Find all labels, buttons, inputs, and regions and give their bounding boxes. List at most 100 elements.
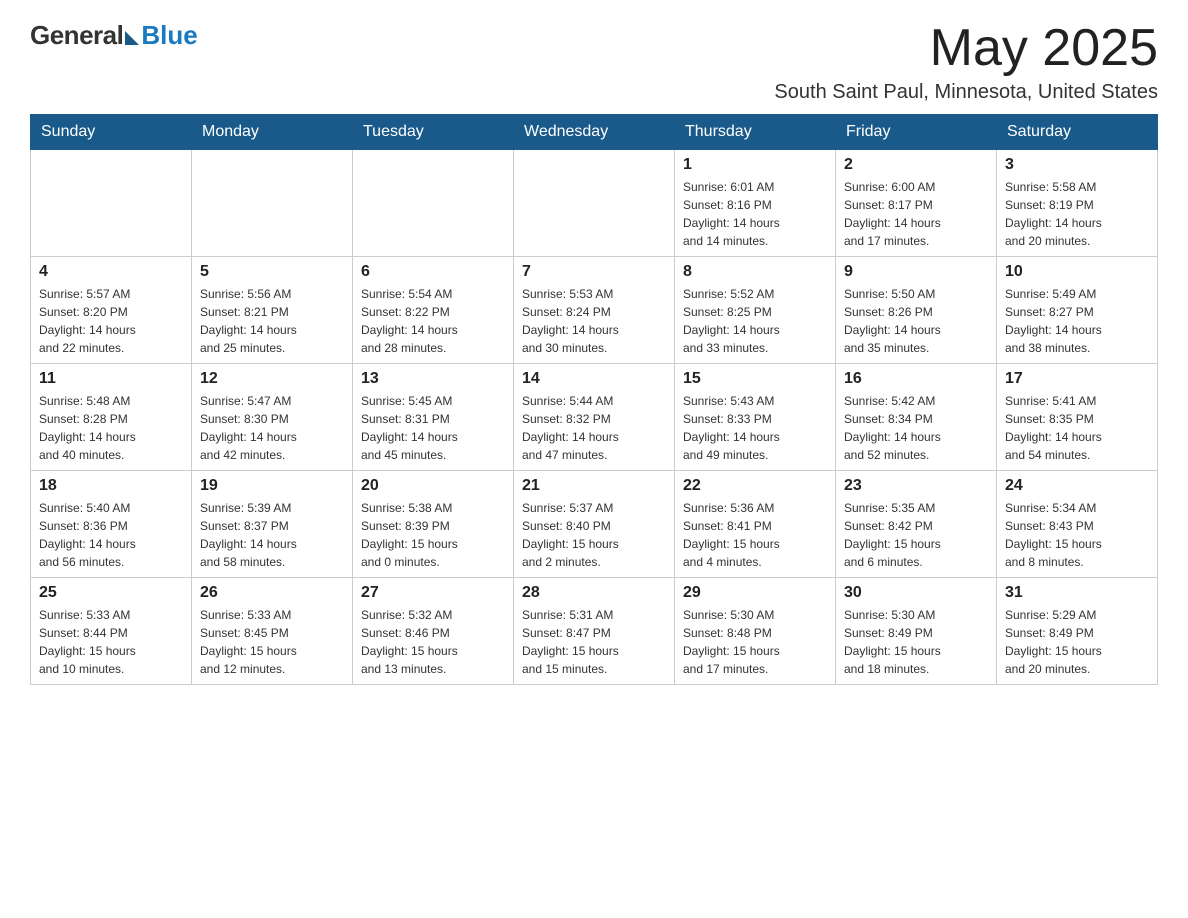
day-info: Sunrise: 5:30 AMSunset: 8:49 PMDaylight:…	[844, 606, 988, 678]
table-row	[192, 150, 353, 257]
location-subtitle: South Saint Paul, Minnesota, United Stat…	[774, 81, 1158, 104]
day-number: 29	[683, 584, 827, 602]
day-of-week-header: Sunday	[31, 115, 192, 150]
table-row: 2 Sunrise: 6:00 AMSunset: 8:17 PMDaylight…	[836, 150, 997, 257]
day-info: Sunrise: 5:54 AMSunset: 8:22 PMDaylight:…	[361, 285, 505, 357]
table-row: 31 Sunrise: 5:29 AMSunset: 8:49 PMDayligh…	[997, 578, 1158, 685]
table-row: 19Sunrise: 5:39 AMSunset: 8:37 PMDayligh…	[192, 471, 353, 578]
day-info: Sunrise: 5:47 AMSunset: 8:30 PMDaylight:…	[200, 392, 344, 464]
day-info: Sunrise: 5:50 AMSunset: 8:26 PMDaylight:…	[844, 285, 988, 357]
calendar-week-row: 25 Sunrise: 5:33 AMSunset: 8:44 PMDayligh…	[31, 578, 1158, 685]
table-row: 26Sunrise: 5:33 AMSunset: 8:45 PMDayligh…	[192, 578, 353, 685]
day-number: 31	[1005, 584, 1149, 602]
day-of-week-header: Friday	[836, 115, 997, 150]
day-number: 4	[39, 263, 183, 281]
table-row: 6 Sunrise: 5:54 AMSunset: 8:22 PMDaylight…	[353, 257, 514, 364]
table-row	[31, 150, 192, 257]
day-number: 28	[522, 584, 666, 602]
day-number: 8	[683, 263, 827, 281]
logo-blue-text: Blue	[141, 20, 197, 51]
table-row	[353, 150, 514, 257]
day-number: 16	[844, 370, 988, 388]
table-row: 14Sunrise: 5:44 AMSunset: 8:32 PMDayligh…	[514, 364, 675, 471]
table-row: 5 Sunrise: 5:56 AMSunset: 8:21 PMDaylight…	[192, 257, 353, 364]
day-number: 22	[683, 477, 827, 495]
table-row: 8Sunrise: 5:52 AMSunset: 8:25 PMDaylight…	[675, 257, 836, 364]
day-info: Sunrise: 5:32 AMSunset: 8:46 PMDaylight:…	[361, 606, 505, 678]
table-row: 17Sunrise: 5:41 AMSunset: 8:35 PMDayligh…	[997, 364, 1158, 471]
calendar-week-row: 11 Sunrise: 5:48 AMSunset: 8:28 PMDayligh…	[31, 364, 1158, 471]
day-info: Sunrise: 5:56 AMSunset: 8:21 PMDaylight:…	[200, 285, 344, 357]
day-info: Sunrise: 5:45 AMSunset: 8:31 PMDaylight:…	[361, 392, 505, 464]
day-of-week-header: Monday	[192, 115, 353, 150]
table-row: 11 Sunrise: 5:48 AMSunset: 8:28 PMDayligh…	[31, 364, 192, 471]
day-number: 27	[361, 584, 505, 602]
day-info: Sunrise: 5:30 AMSunset: 8:48 PMDaylight:…	[683, 606, 827, 678]
day-info: Sunrise: 6:00 AMSunset: 8:17 PMDaylight:…	[844, 178, 988, 250]
day-info: Sunrise: 5:41 AMSunset: 8:35 PMDaylight:…	[1005, 392, 1149, 464]
day-number: 12	[200, 370, 344, 388]
table-row: 16 Sunrise: 5:42 AMSunset: 8:34 PMDayligh…	[836, 364, 997, 471]
day-info: Sunrise: 6:01 AMSunset: 8:16 PMDaylight:…	[683, 178, 827, 250]
day-number: 11	[39, 370, 183, 388]
day-of-week-header: Wednesday	[514, 115, 675, 150]
day-number: 3	[1005, 156, 1149, 174]
day-info: Sunrise: 5:40 AMSunset: 8:36 PMDaylight:…	[39, 499, 183, 571]
day-info: Sunrise: 5:44 AMSunset: 8:32 PMDaylight:…	[522, 392, 666, 464]
day-of-week-header: Tuesday	[353, 115, 514, 150]
calendar-table: SundayMondayTuesdayWednesdayThursdayFrid…	[30, 114, 1158, 685]
logo: General Blue	[30, 20, 198, 51]
day-info: Sunrise: 5:33 AMSunset: 8:45 PMDaylight:…	[200, 606, 344, 678]
day-number: 30	[844, 584, 988, 602]
day-number: 15	[683, 370, 827, 388]
day-info: Sunrise: 5:36 AMSunset: 8:41 PMDaylight:…	[683, 499, 827, 571]
logo-general-text: General	[30, 20, 123, 51]
table-row: 30 Sunrise: 5:30 AMSunset: 8:49 PMDayligh…	[836, 578, 997, 685]
day-number: 2	[844, 156, 988, 174]
calendar-week-row: 1 Sunrise: 6:01 AMSunset: 8:16 PMDaylight…	[31, 150, 1158, 257]
day-info: Sunrise: 5:39 AMSunset: 8:37 PMDaylight:…	[200, 499, 344, 571]
day-number: 7	[522, 263, 666, 281]
day-number: 1	[683, 156, 827, 174]
day-info: Sunrise: 5:49 AMSunset: 8:27 PMDaylight:…	[1005, 285, 1149, 357]
day-info: Sunrise: 5:48 AMSunset: 8:28 PMDaylight:…	[39, 392, 183, 464]
calendar-week-row: 18 Sunrise: 5:40 AMSunset: 8:36 PMDayligh…	[31, 471, 1158, 578]
table-row: 27 Sunrise: 5:32 AMSunset: 8:46 PMDayligh…	[353, 578, 514, 685]
table-row: 25 Sunrise: 5:33 AMSunset: 8:44 PMDayligh…	[31, 578, 192, 685]
table-row: 3 Sunrise: 5:58 AMSunset: 8:19 PMDaylight…	[997, 150, 1158, 257]
table-row: 15 Sunrise: 5:43 AMSunset: 8:33 PMDayligh…	[675, 364, 836, 471]
day-number: 10	[1005, 263, 1149, 281]
day-info: Sunrise: 5:57 AMSunset: 8:20 PMDaylight:…	[39, 285, 183, 357]
table-row: 9Sunrise: 5:50 AMSunset: 8:26 PMDaylight…	[836, 257, 997, 364]
table-row: 10 Sunrise: 5:49 AMSunset: 8:27 PMDayligh…	[997, 257, 1158, 364]
table-row: 7Sunrise: 5:53 AMSunset: 8:24 PMDaylight…	[514, 257, 675, 364]
table-row: 12 Sunrise: 5:47 AMSunset: 8:30 PMDayligh…	[192, 364, 353, 471]
table-row: 24 Sunrise: 5:34 AMSunset: 8:43 PMDayligh…	[997, 471, 1158, 578]
day-number: 20	[361, 477, 505, 495]
day-number: 25	[39, 584, 183, 602]
day-of-week-header: Saturday	[997, 115, 1158, 150]
table-row: 18 Sunrise: 5:40 AMSunset: 8:36 PMDayligh…	[31, 471, 192, 578]
month-year-title: May 2025	[774, 20, 1158, 77]
day-info: Sunrise: 5:29 AMSunset: 8:49 PMDaylight:…	[1005, 606, 1149, 678]
table-row: 13 Sunrise: 5:45 AMSunset: 8:31 PMDayligh…	[353, 364, 514, 471]
day-number: 5	[200, 263, 344, 281]
day-info: Sunrise: 5:38 AMSunset: 8:39 PMDaylight:…	[361, 499, 505, 571]
table-row: 29 Sunrise: 5:30 AMSunset: 8:48 PMDayligh…	[675, 578, 836, 685]
calendar-week-row: 4 Sunrise: 5:57 AMSunset: 8:20 PMDaylight…	[31, 257, 1158, 364]
day-info: Sunrise: 5:33 AMSunset: 8:44 PMDaylight:…	[39, 606, 183, 678]
calendar-header-row: SundayMondayTuesdayWednesdayThursdayFrid…	[31, 115, 1158, 150]
day-info: Sunrise: 5:37 AMSunset: 8:40 PMDaylight:…	[522, 499, 666, 571]
day-info: Sunrise: 5:34 AMSunset: 8:43 PMDaylight:…	[1005, 499, 1149, 571]
day-number: 24	[1005, 477, 1149, 495]
day-info: Sunrise: 5:31 AMSunset: 8:47 PMDaylight:…	[522, 606, 666, 678]
table-row	[514, 150, 675, 257]
day-number: 13	[361, 370, 505, 388]
day-number: 18	[39, 477, 183, 495]
day-number: 6	[361, 263, 505, 281]
day-info: Sunrise: 5:42 AMSunset: 8:34 PMDaylight:…	[844, 392, 988, 464]
page-header: General Blue May 2025 South Saint Paul, …	[30, 20, 1158, 104]
day-info: Sunrise: 5:58 AMSunset: 8:19 PMDaylight:…	[1005, 178, 1149, 250]
day-info: Sunrise: 5:35 AMSunset: 8:42 PMDaylight:…	[844, 499, 988, 571]
day-info: Sunrise: 5:43 AMSunset: 8:33 PMDaylight:…	[683, 392, 827, 464]
